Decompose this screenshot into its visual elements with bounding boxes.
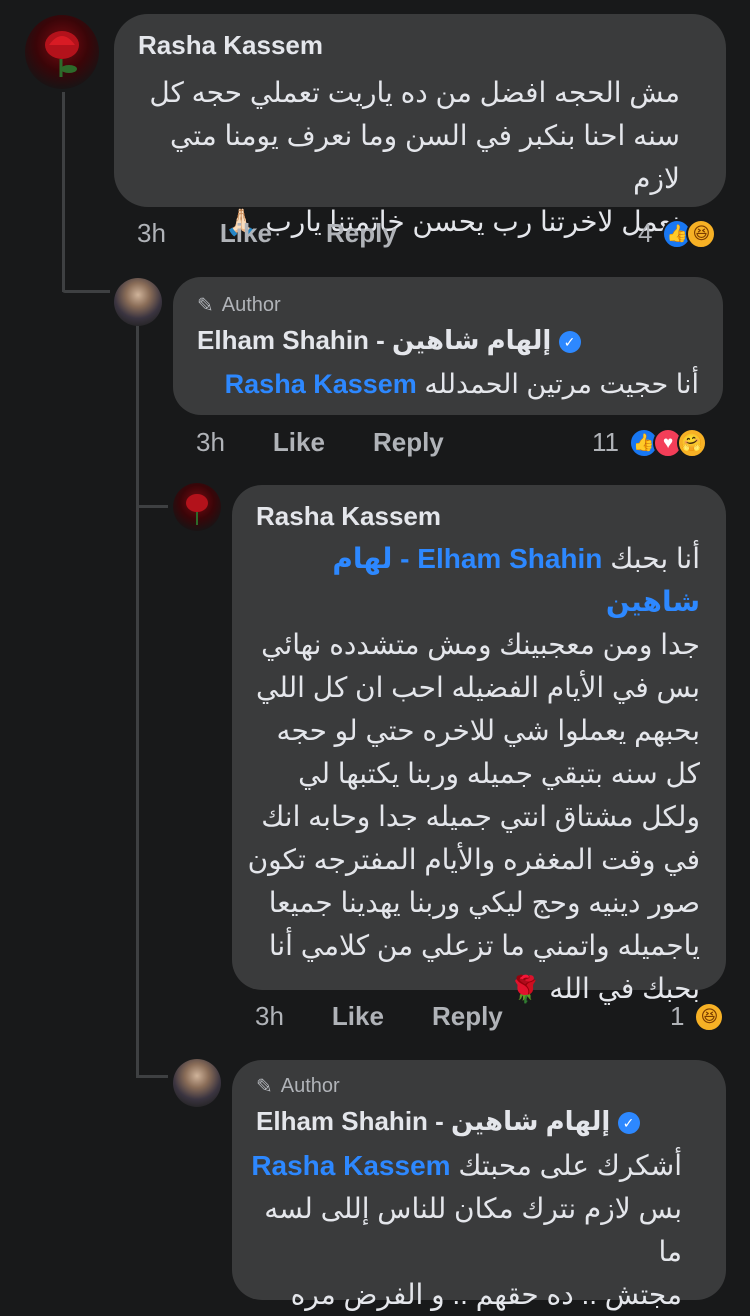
comment-text-line: مش الحجه افضل من ده ياريت تعملي حجه كل	[149, 77, 680, 108]
mention-link[interactable]: Rasha Kassem	[225, 369, 417, 399]
comment-text: أنا بحبك Elham Shahin - لهام شاهين جدا و…	[240, 537, 700, 1011]
thread-line	[62, 92, 65, 292]
like-button[interactable]: Like	[273, 427, 325, 458]
thread-line	[136, 995, 139, 1075]
comment-bubble: ✎ Author Elham Shahin - إلهام شاهين ✓ أن…	[173, 277, 723, 415]
author-badge: ✎ Author	[256, 1074, 340, 1099]
comment-text-line: في وقت المغفره والأيام المفترجه تكون	[247, 844, 700, 875]
reply-button[interactable]: Reply	[432, 1001, 503, 1032]
comment-text-line: سنه احنا بنكبر في السن وما نعرف يومنا مت…	[169, 120, 680, 194]
verified-badge-icon: ✓	[617, 1112, 640, 1135]
like-button[interactable]: Like	[332, 1001, 384, 1032]
comment-text: أشكرك على محبتك Rasha Kassem بس لازم نتر…	[242, 1144, 682, 1316]
pencil-icon: ✎	[197, 295, 214, 317]
avatar[interactable]	[25, 15, 99, 89]
reply-button[interactable]: Reply	[373, 427, 444, 458]
reaction-summary[interactable]: 11 👍 ♥ 🤗	[592, 427, 707, 458]
comment-bubble: Rasha Kassem أنا بحبك Elham Shahin - لها…	[232, 485, 726, 1004]
reaction-count: 11	[592, 427, 619, 457]
comment-text-line: جدا ومن معجبينك ومش متشدده نهائي	[261, 629, 700, 660]
avatar[interactable]	[114, 278, 162, 326]
haha-reaction-icon: 😆	[686, 218, 717, 249]
comment-actions: 3h Like Reply	[255, 1001, 503, 1032]
author-badge-label: Author	[280, 1075, 340, 1097]
comment-author-name: Elham Shahin - إلهام شاهين	[256, 1106, 611, 1136]
comment-author-name: Elham Shahin - إلهام شاهين	[197, 325, 552, 355]
avatar[interactable]	[173, 483, 221, 531]
comment-text-line: أنا بحبك Elham Shahin - لهام شاهين	[240, 537, 700, 623]
comment-text-line: ياجميله واتمني ما تزعلي من كلامي أنا	[268, 930, 700, 961]
timestamp[interactable]: 3h	[255, 1001, 284, 1032]
like-button[interactable]: Like	[220, 218, 272, 249]
timestamp[interactable]: 3h	[137, 218, 166, 249]
comment-text-line: أشكرك على محبتك Rasha Kassem	[242, 1144, 682, 1187]
comment-author[interactable]: Rasha Kassem	[138, 30, 323, 61]
rose-emoji: 🌹	[509, 974, 542, 1004]
thread-branch	[136, 1075, 168, 1078]
comment-text-line: بس لازم نترك مكان للناس إللى لسه ما	[264, 1193, 682, 1267]
mention-link[interactable]: Rasha Kassem	[251, 1150, 450, 1181]
reaction-count: 1	[670, 1001, 685, 1031]
care-reaction-icon: 🤗	[677, 427, 707, 458]
comment-bubble: ✎ Author Elham Shahin - إلهام شاهين ✓ أش…	[232, 1060, 726, 1310]
comment-text-segment: بحبك في الله	[549, 973, 700, 1004]
comment-author[interactable]: Elham Shahin - إلهام شاهين ✓	[197, 325, 581, 356]
reaction-summary[interactable]: 4 👍 😆	[638, 218, 717, 249]
thread-branch	[136, 505, 168, 508]
reaction-count: 4	[638, 218, 653, 248]
reaction-summary[interactable]: 1 😆	[670, 1001, 725, 1032]
comment-text-line: صور دينيه وحج ليكي وربنا يهدينا جميعا	[268, 887, 700, 918]
haha-reaction-icon: 😆	[694, 1001, 725, 1032]
comment-text-segment: أشكرك على محبتك	[458, 1150, 682, 1181]
comment-author[interactable]: Elham Shahin - إلهام شاهين ✓	[256, 1106, 640, 1137]
comment-text-line: بحبهم يعملوا شي للاخره حتي لو حجه	[276, 715, 701, 746]
comment-actions: 3h Like Reply	[137, 218, 397, 249]
comment-author[interactable]: Rasha Kassem	[256, 501, 441, 532]
author-badge: ✎ Author	[197, 293, 281, 318]
comment-text: أنا حجيت مرتين الحمدلله Rasha Kassem	[189, 363, 699, 406]
reply-button[interactable]: Reply	[326, 218, 397, 249]
comment-text-segment: أنا بحبك	[610, 543, 700, 574]
author-badge-label: Author	[221, 294, 281, 316]
verified-badge-icon: ✓	[558, 331, 581, 354]
comment-text-line: ولكل مشتاق انتي جميله جدا وحابه انك	[261, 801, 700, 832]
comment-text-line: كل سنه بتبقي جميله وربنا يكتبها لي	[298, 758, 700, 789]
comment-text-line: مجتش .. ده حقهم .. و الفرض مره	[290, 1279, 682, 1310]
thread-line	[136, 325, 139, 995]
comment-actions: 3h Like Reply	[196, 427, 444, 458]
comment-text-segment: أنا حجيت مرتين الحمدلله	[424, 369, 699, 399]
timestamp[interactable]: 3h	[196, 427, 225, 458]
thread-branch	[62, 290, 110, 293]
comment-bubble: Rasha Kassem مش الحجه افضل من ده ياريت ت…	[114, 14, 726, 237]
pencil-icon: ✎	[256, 1076, 273, 1098]
comment-text-line: بس في الأيام الفضيله احب ان كل اللي	[256, 672, 700, 703]
avatar[interactable]	[173, 1059, 221, 1107]
